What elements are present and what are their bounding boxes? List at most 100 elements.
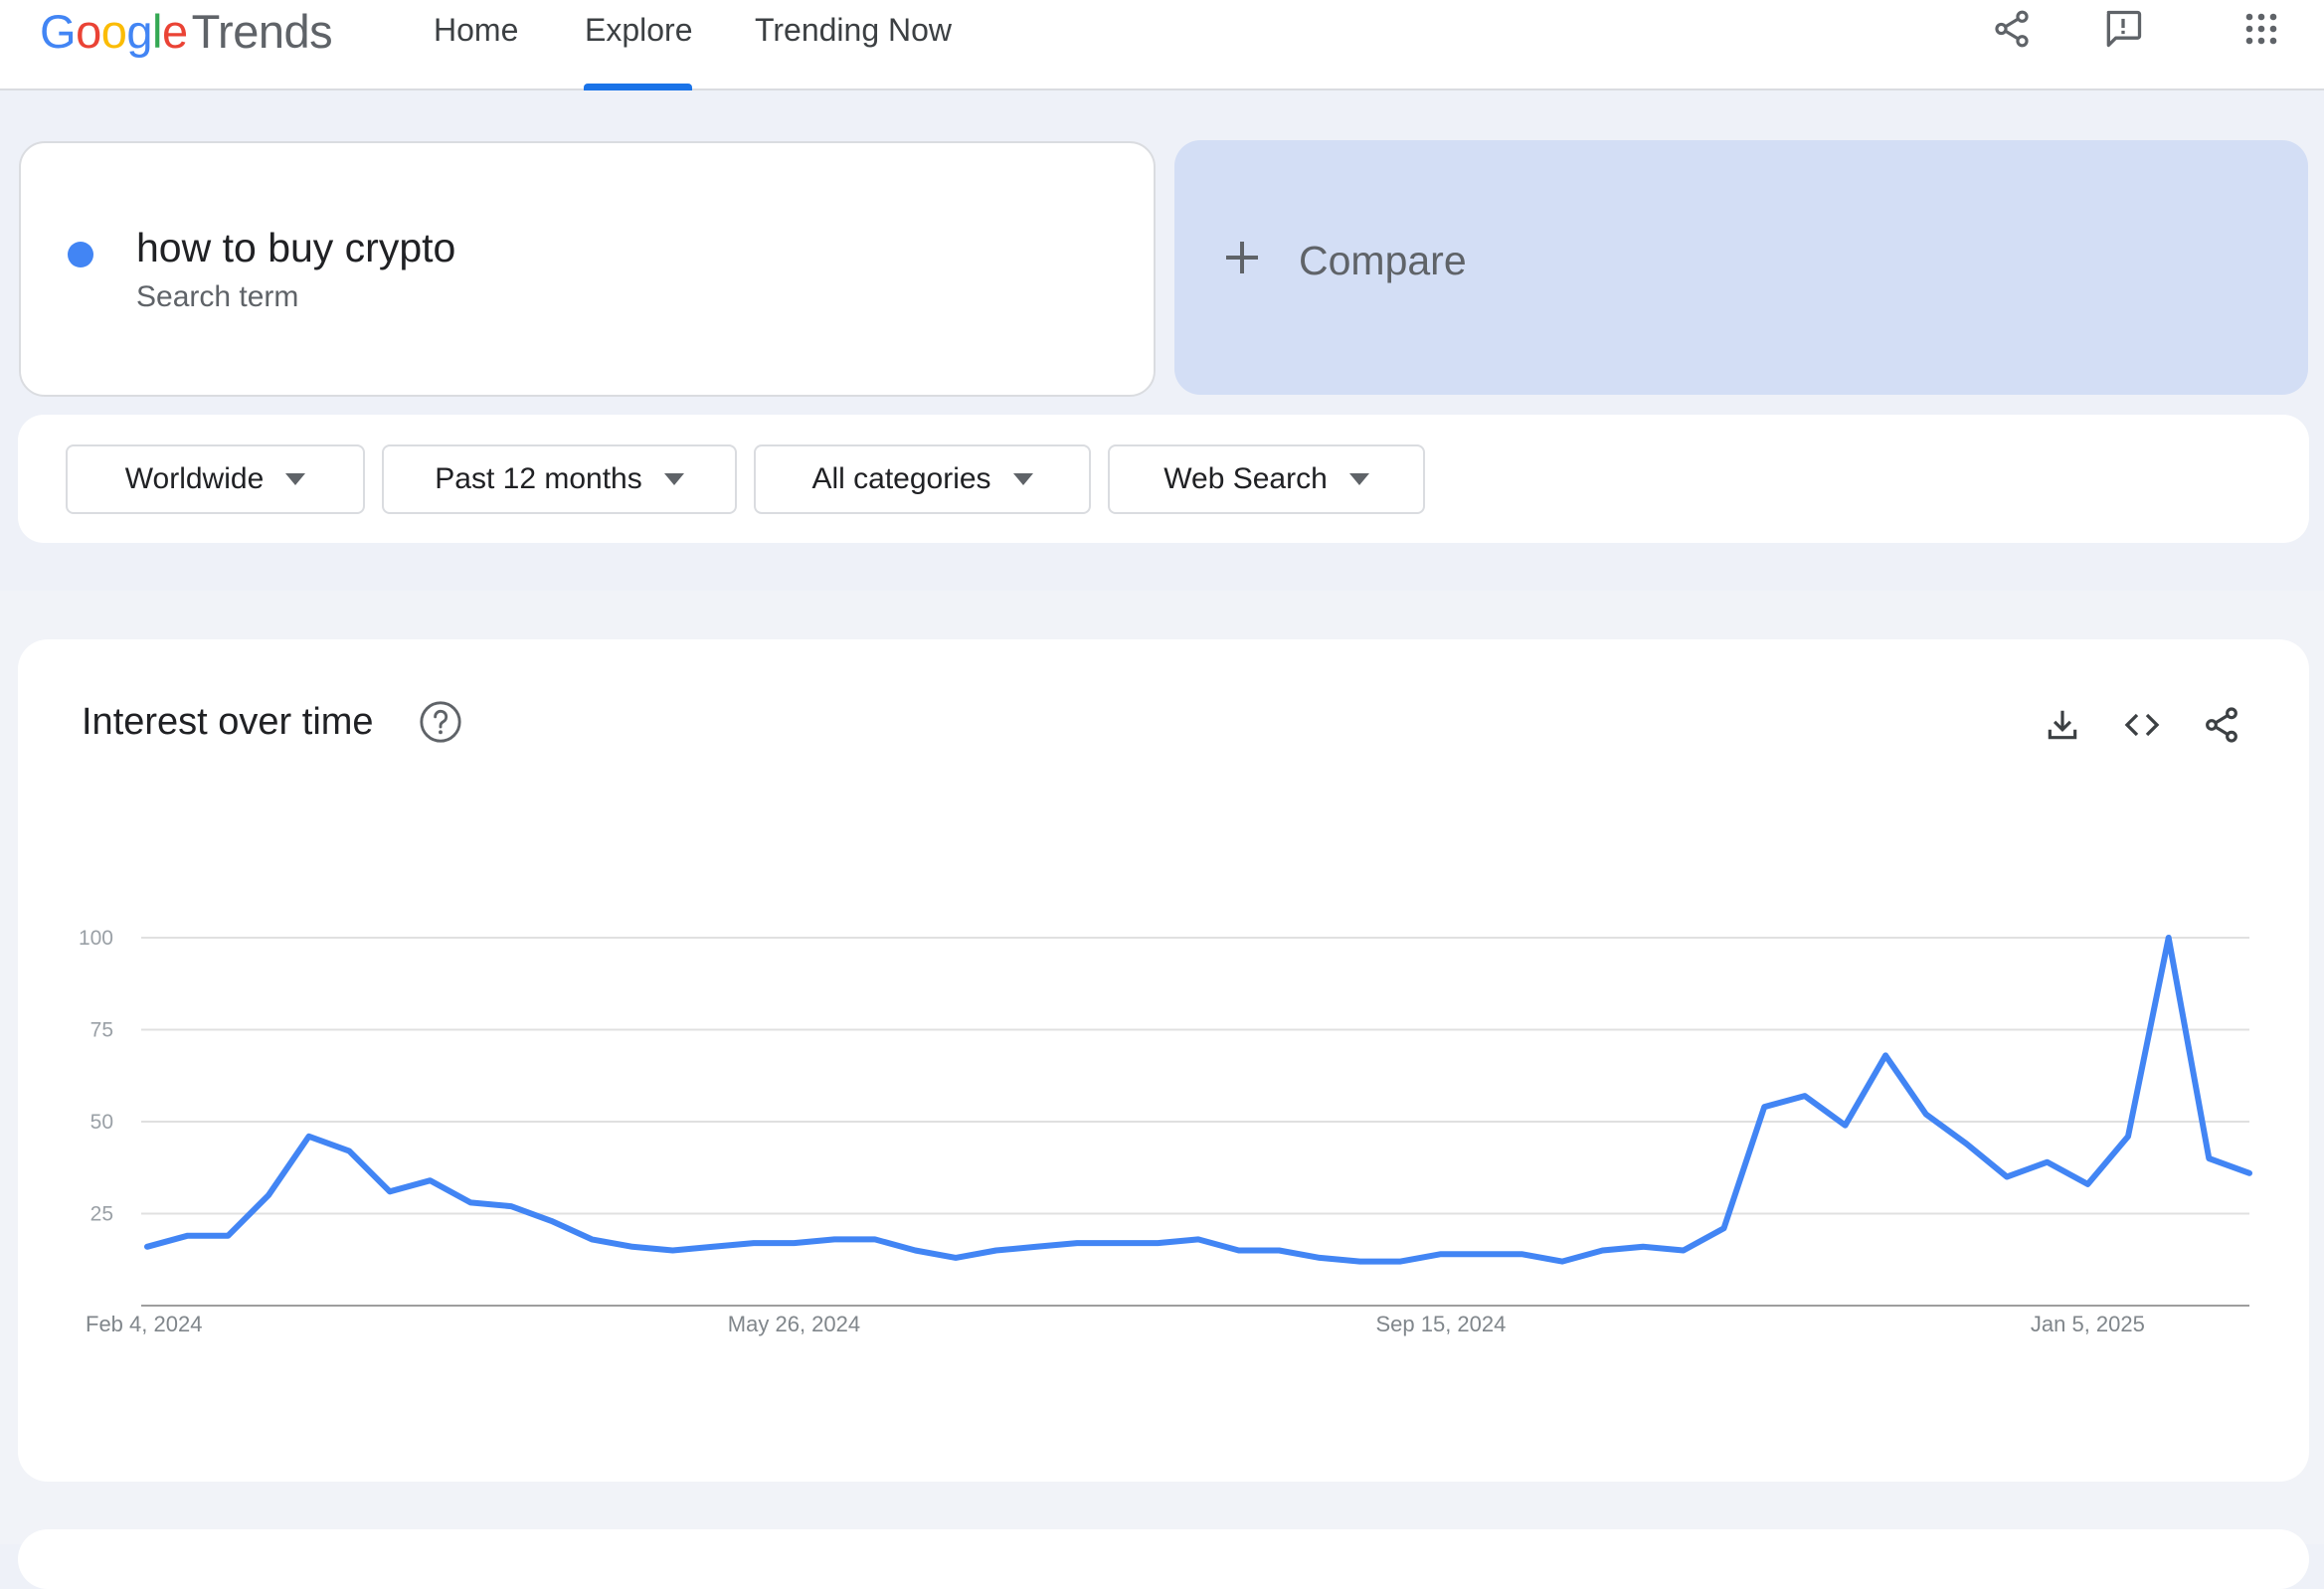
data-point [1519,1251,1524,1257]
data-point [710,1244,716,1250]
data-point [1761,1104,1767,1110]
x-tick-label: May 26, 2024 [728,1312,860,1336]
data-point [2246,1170,2252,1176]
search-term-type: Search term [136,280,299,313]
data-point [1479,1251,1485,1257]
data-point [306,1134,312,1140]
region-filter-label: Worldwide [124,462,265,495]
time-range-filter-label: Past 12 months [435,462,642,495]
data-point [1397,1259,1403,1265]
category-filter[interactable]: All categories [754,444,1091,514]
embed-icon[interactable] [2120,703,2164,747]
download-icon[interactable] [2041,703,2084,747]
filters-bar: Worldwide Past 12 months All categories … [18,415,2309,543]
data-point [266,1192,271,1198]
data-point [872,1236,878,1242]
data-point [2045,1159,2051,1165]
data-point [2084,1181,2090,1187]
data-point [2004,1174,2010,1180]
help-icon[interactable] [418,699,463,745]
share-icon[interactable] [1987,4,2037,54]
card-title: Interest over time [82,701,374,743]
data-point [428,1177,434,1183]
top-bar: GoogleTrends Home Explore Trending Now [0,0,2324,90]
data-point [1074,1240,1080,1246]
data-point [751,1240,757,1246]
search-term-card[interactable]: how to buy crypto Search term [19,141,1156,397]
data-point [1438,1251,1444,1257]
compare-label: Compare [1299,238,1467,283]
data-point [144,1244,150,1250]
caret-down-icon [663,473,684,485]
plus-icon [1226,242,1258,273]
data-point [1033,1244,1039,1250]
data-point [1236,1248,1242,1254]
data-point [346,1148,352,1154]
feedback-icon[interactable] [2098,4,2148,54]
next-card-partial [18,1529,2309,1589]
data-point [387,1188,393,1194]
data-point [2125,1134,2131,1140]
category-filter-label: All categories [811,462,991,495]
data-point [185,1233,191,1239]
tab-explore[interactable]: Explore [585,0,693,90]
apps-icon[interactable] [2236,4,2286,54]
interest-over-time-chart: 100 75 50 25 Feb 4, 2024 May 26, 2024 Sep 15, … [79,927,2252,1336]
data-point [1559,1259,1565,1265]
data-point [1357,1259,1363,1265]
data-point [1276,1248,1282,1254]
interest-over-time-card: 100 75 50 25 Feb 4, 2024 May 26, 2024 Sep 15, … [18,639,2309,1482]
data-point [549,1218,555,1224]
y-tick-label: 100 [79,927,113,950]
data-point [993,1248,999,1254]
compare-button[interactable]: Compare [1174,140,2308,395]
data-point [629,1244,635,1250]
data-point [508,1203,514,1209]
search-property-filter-label: Web Search [1163,462,1328,495]
data-point [953,1255,959,1261]
caret-down-icon [1348,473,1369,485]
data-point [670,1248,676,1254]
data-point [1842,1123,1848,1129]
active-tab-indicator [584,84,692,90]
y-tick-label: 50 [90,1111,113,1134]
data-point [1317,1255,1323,1261]
data-point [1963,1141,1969,1147]
x-tick-label: Feb 4, 2024 [86,1312,202,1336]
tab-home[interactable]: Home [434,0,518,90]
google-trends-logo[interactable]: GoogleTrends [40,2,333,62]
region-filter[interactable]: Worldwide [66,444,365,514]
data-point [1640,1244,1646,1250]
data-point [589,1236,595,1242]
logo-letter: g [126,5,152,58]
tab-trending-now[interactable]: Trending Now [755,0,952,90]
data-point [1802,1093,1808,1099]
search-property-filter[interactable]: Web Search [1108,444,1425,514]
caret-down-icon [285,473,306,485]
y-tick-label: 25 [90,1203,113,1226]
data-point [1882,1052,1888,1058]
data-point [791,1240,797,1246]
search-term-text[interactable]: how to buy crypto [136,225,455,271]
y-tick-label: 75 [90,1019,113,1042]
data-point [1600,1248,1606,1254]
logo-letter: o [100,5,127,58]
data-point [2166,935,2172,941]
data-point [1195,1236,1201,1242]
data-point [225,1233,231,1239]
time-range-filter[interactable]: Past 12 months [382,444,737,514]
logo-letter: o [76,5,101,58]
logo-letter: G [40,5,77,58]
logo-letter: l [151,5,162,58]
caret-down-icon [1012,473,1033,485]
share-icon[interactable] [2200,703,2243,747]
logo-product-name: Trends [191,5,333,58]
series-color-dot [68,242,93,267]
data-point [1115,1240,1121,1246]
data-point [912,1248,918,1254]
logo-letter: e [161,5,188,58]
data-point [1923,1112,1929,1118]
data-point [1721,1225,1727,1231]
data-point [467,1199,473,1205]
x-tick-label: Jan 5, 2025 [2031,1312,2145,1336]
